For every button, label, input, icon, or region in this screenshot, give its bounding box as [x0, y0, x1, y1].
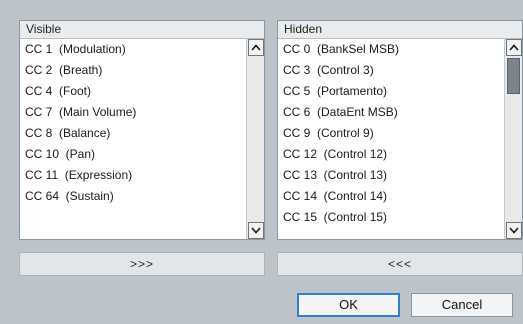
move-to-visible-button[interactable]: <<<	[277, 252, 523, 276]
list-item[interactable]: CC 6 (DataEnt MSB)	[278, 102, 503, 123]
scroll-down-button[interactable]	[506, 222, 522, 239]
list-item[interactable]: CC 7 (Main Volume)	[20, 102, 245, 123]
visible-list-header: Visible	[20, 21, 264, 39]
move-to-hidden-button[interactable]: >>>	[19, 252, 265, 276]
scroll-up-button[interactable]	[248, 39, 264, 56]
chevron-up-icon	[251, 44, 261, 51]
list-item[interactable]: CC 12 (Control 12)	[278, 144, 503, 165]
list-item[interactable]: CC 2 (Breath)	[20, 60, 245, 81]
cancel-button[interactable]: Cancel	[411, 293, 513, 317]
chevron-down-icon	[251, 227, 261, 234]
list-item[interactable]: CC 9 (Control 9)	[278, 123, 503, 144]
visible-list-panel: Visible CC 1 (Modulation) CC 2 (Breath) …	[19, 20, 265, 240]
list-item[interactable]: CC 64 (Sustain)	[20, 186, 245, 207]
hidden-list-header: Hidden	[278, 21, 522, 39]
list-item[interactable]: CC 11 (Expression)	[20, 165, 245, 186]
list-item[interactable]: CC 8 (Balance)	[20, 123, 245, 144]
scroll-up-button[interactable]	[506, 39, 522, 56]
hidden-list-panel: Hidden CC 0 (BankSel MSB) CC 3 (Control …	[277, 20, 523, 240]
list-item[interactable]: CC 0 (BankSel MSB)	[278, 39, 503, 60]
list-item[interactable]: CC 14 (Control 14)	[278, 186, 503, 207]
list-item[interactable]: CC 10 (Pan)	[20, 144, 245, 165]
hidden-list-scrollbar[interactable]	[504, 39, 522, 239]
scrollbar-thumb[interactable]	[507, 58, 520, 94]
chevron-down-icon	[509, 227, 519, 234]
ok-button[interactable]: OK	[297, 293, 400, 317]
hidden-list[interactable]: CC 0 (BankSel MSB) CC 3 (Control 3) CC 5…	[278, 39, 503, 239]
visible-list-scrollbar[interactable]	[246, 39, 264, 239]
list-item[interactable]: CC 13 (Control 13)	[278, 165, 503, 186]
list-item[interactable]: CC 1 (Modulation)	[20, 39, 245, 60]
visible-list[interactable]: CC 1 (Modulation) CC 2 (Breath) CC 4 (Fo…	[20, 39, 245, 239]
list-item[interactable]: CC 4 (Foot)	[20, 81, 245, 102]
scroll-down-button[interactable]	[248, 222, 264, 239]
chevron-up-icon	[509, 44, 519, 51]
list-item[interactable]: CC 5 (Portamento)	[278, 81, 503, 102]
list-item[interactable]: CC 15 (Control 15)	[278, 207, 503, 228]
list-item[interactable]: CC 3 (Control 3)	[278, 60, 503, 81]
